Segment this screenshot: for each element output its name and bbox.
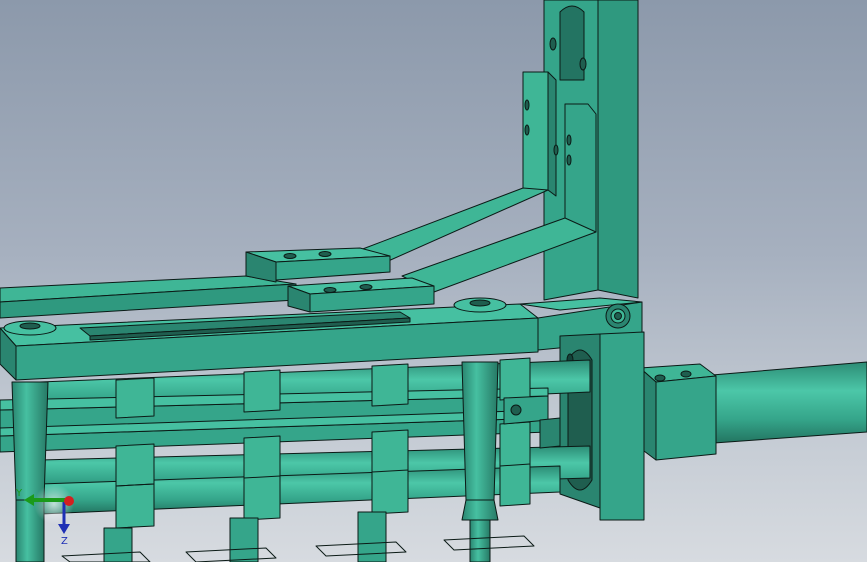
y-axis-label: Y <box>15 488 23 499</box>
assembly-model[interactable] <box>0 0 867 562</box>
z-axis-label: Z <box>61 536 68 547</box>
top-crossbar <box>0 247 435 319</box>
cad-3d-viewport[interactable]: Y Z <box>0 0 867 562</box>
base-outline <box>61 535 535 562</box>
output-shaft <box>699 361 867 445</box>
coordinate-triad: Y Z <box>15 484 74 547</box>
shaft-mount-block <box>639 363 717 461</box>
x-axis-dot <box>64 496 74 506</box>
